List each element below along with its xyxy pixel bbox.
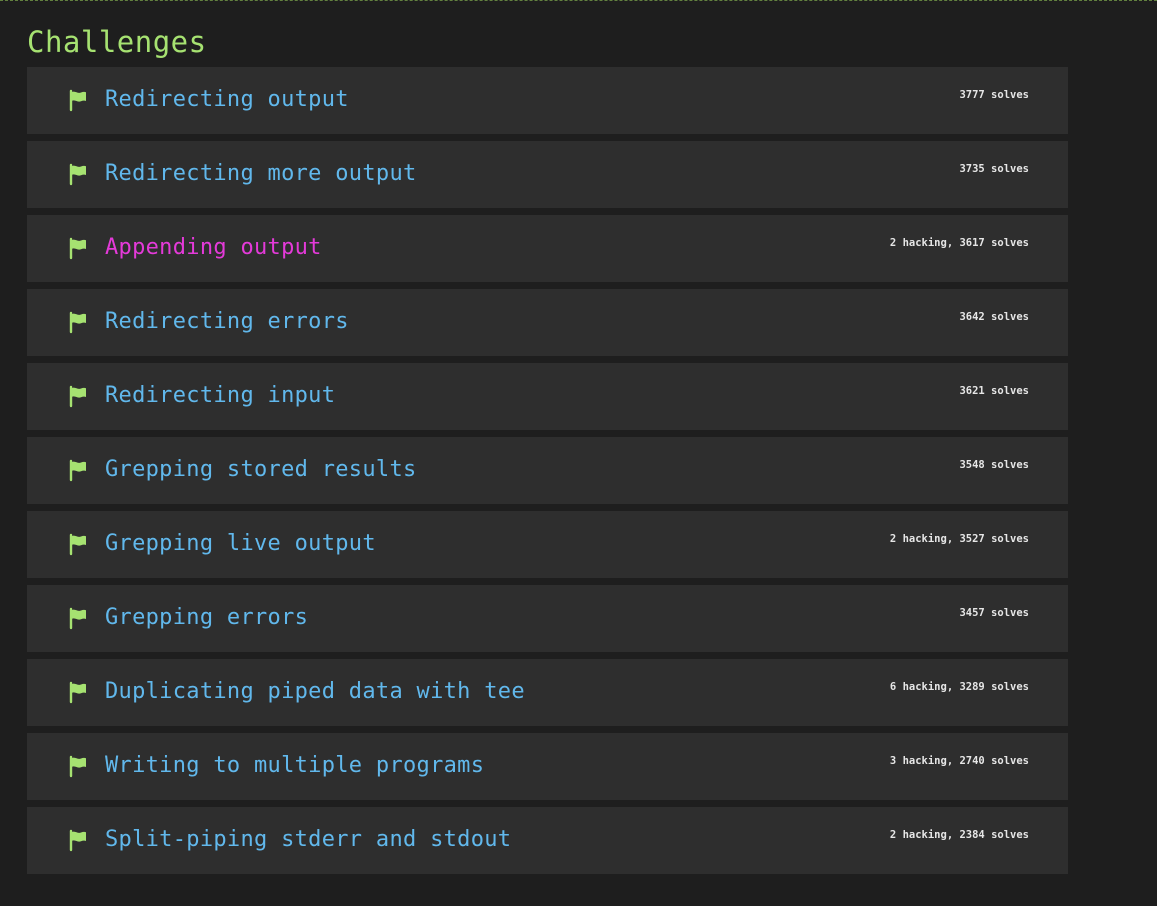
challenge-item[interactable]: Redirecting output 3777 solves [27,67,1068,134]
challenge-item[interactable]: Redirecting more output 3735 solves [27,141,1068,208]
challenge-item[interactable]: Grepping stored results 3548 solves [27,437,1068,504]
challenge-title: Grepping live output [105,531,376,556]
challenge-title: Appending output [105,235,322,260]
challenge-item[interactable]: Grepping live output 2 hacking, 3527 sol… [27,511,1068,578]
challenge-title: Redirecting errors [105,309,349,334]
challenges-section: Challenges Redirecting output 3777 solve… [27,22,1068,881]
challenge-stats: 3777 solves [959,89,1029,101]
challenge-stats: 2 hacking, 3527 solves [889,533,1029,545]
challenge-title: Duplicating piped data with tee [105,679,525,704]
challenge-stats: 6 hacking, 3289 solves [889,681,1029,693]
challenge-item[interactable]: Redirecting input 3621 solves [27,363,1068,430]
challenge-item[interactable]: Grepping errors 3457 solves [27,585,1068,652]
challenge-title: Writing to multiple programs [105,753,485,778]
challenge-stats: 2 hacking, 3617 solves [889,237,1029,249]
challenge-item[interactable]: Appending output 2 hacking, 3617 solves [27,215,1068,282]
flag-icon [69,163,86,186]
flag-icon [69,533,86,556]
flag-icon [69,459,86,482]
challenge-title: Redirecting input [105,383,336,408]
challenge-stats: 3457 solves [959,607,1029,619]
flag-icon [69,681,86,704]
challenge-item[interactable]: Redirecting errors 3642 solves [27,289,1068,356]
challenge-title: Redirecting more output [105,161,417,186]
challenge-title: Redirecting output [105,87,349,112]
flag-icon [69,311,86,334]
challenge-item[interactable]: Duplicating piped data with tee 6 hackin… [27,659,1068,726]
challenge-stats: 3 hacking, 2740 solves [889,755,1029,767]
challenge-title: Grepping errors [105,605,309,630]
top-divider [0,0,1157,1]
challenge-stats: 3735 solves [959,163,1029,175]
flag-icon [69,385,86,408]
challenge-item[interactable]: Split-piping stderr and stdout 2 hacking… [27,807,1068,874]
section-title: Challenges [27,25,207,59]
challenge-title: Grepping stored results [105,457,417,482]
flag-icon [69,607,86,630]
challenge-stats: 3621 solves [959,385,1029,397]
flag-icon [69,89,86,112]
flag-icon [69,755,86,778]
challenge-item[interactable]: Writing to multiple programs 3 hacking, … [27,733,1068,800]
flag-icon [69,829,86,852]
challenge-title: Split-piping stderr and stdout [105,827,512,852]
challenge-stats: 3548 solves [959,459,1029,471]
challenge-list: Redirecting output 3777 solves Redirecti… [27,67,1068,874]
challenge-stats: 3642 solves [959,311,1029,323]
challenge-stats: 2 hacking, 2384 solves [889,829,1029,841]
flag-icon [69,237,86,260]
